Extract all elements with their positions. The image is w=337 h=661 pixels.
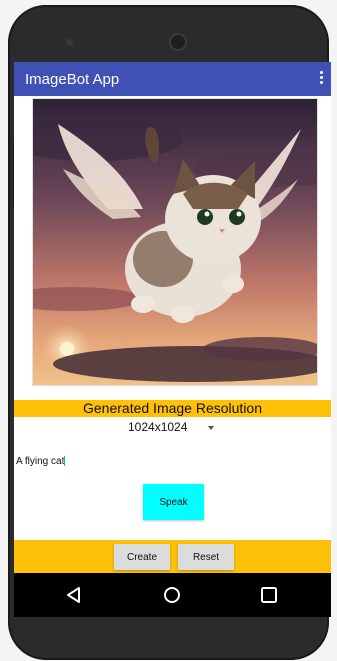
recents-icon[interactable] <box>259 585 279 605</box>
prompt-text: A flying cat <box>16 456 65 467</box>
generated-image <box>32 98 318 386</box>
back-icon[interactable] <box>64 585 84 605</box>
system-nav-bar <box>14 573 331 617</box>
reset-button[interactable]: Reset <box>178 544 234 570</box>
dropdown-arrow-icon <box>208 426 214 430</box>
app-title: ImageBot App <box>25 71 120 88</box>
prompt-input[interactable]: A flying cat <box>14 452 331 470</box>
overflow-menu-icon[interactable] <box>317 71 325 87</box>
create-button[interactable]: Create <box>114 544 170 570</box>
resolution-dropdown[interactable]: 1024x1024 <box>124 418 224 436</box>
flying-cat-image <box>33 99 317 385</box>
resolution-selected: 1024x1024 <box>128 420 188 434</box>
speak-button[interactable]: Speak <box>143 484 204 520</box>
home-icon[interactable] <box>162 585 182 605</box>
front-camera <box>171 35 185 49</box>
sensor-dot <box>66 39 73 46</box>
action-band <box>14 540 331 573</box>
resolution-label: Generated Image Resolution <box>83 400 262 416</box>
text-cursor <box>64 456 66 467</box>
app-bar: ImageBot App <box>14 62 331 96</box>
app-screen: ImageBot App Generated Image Resolution … <box>14 62 331 617</box>
